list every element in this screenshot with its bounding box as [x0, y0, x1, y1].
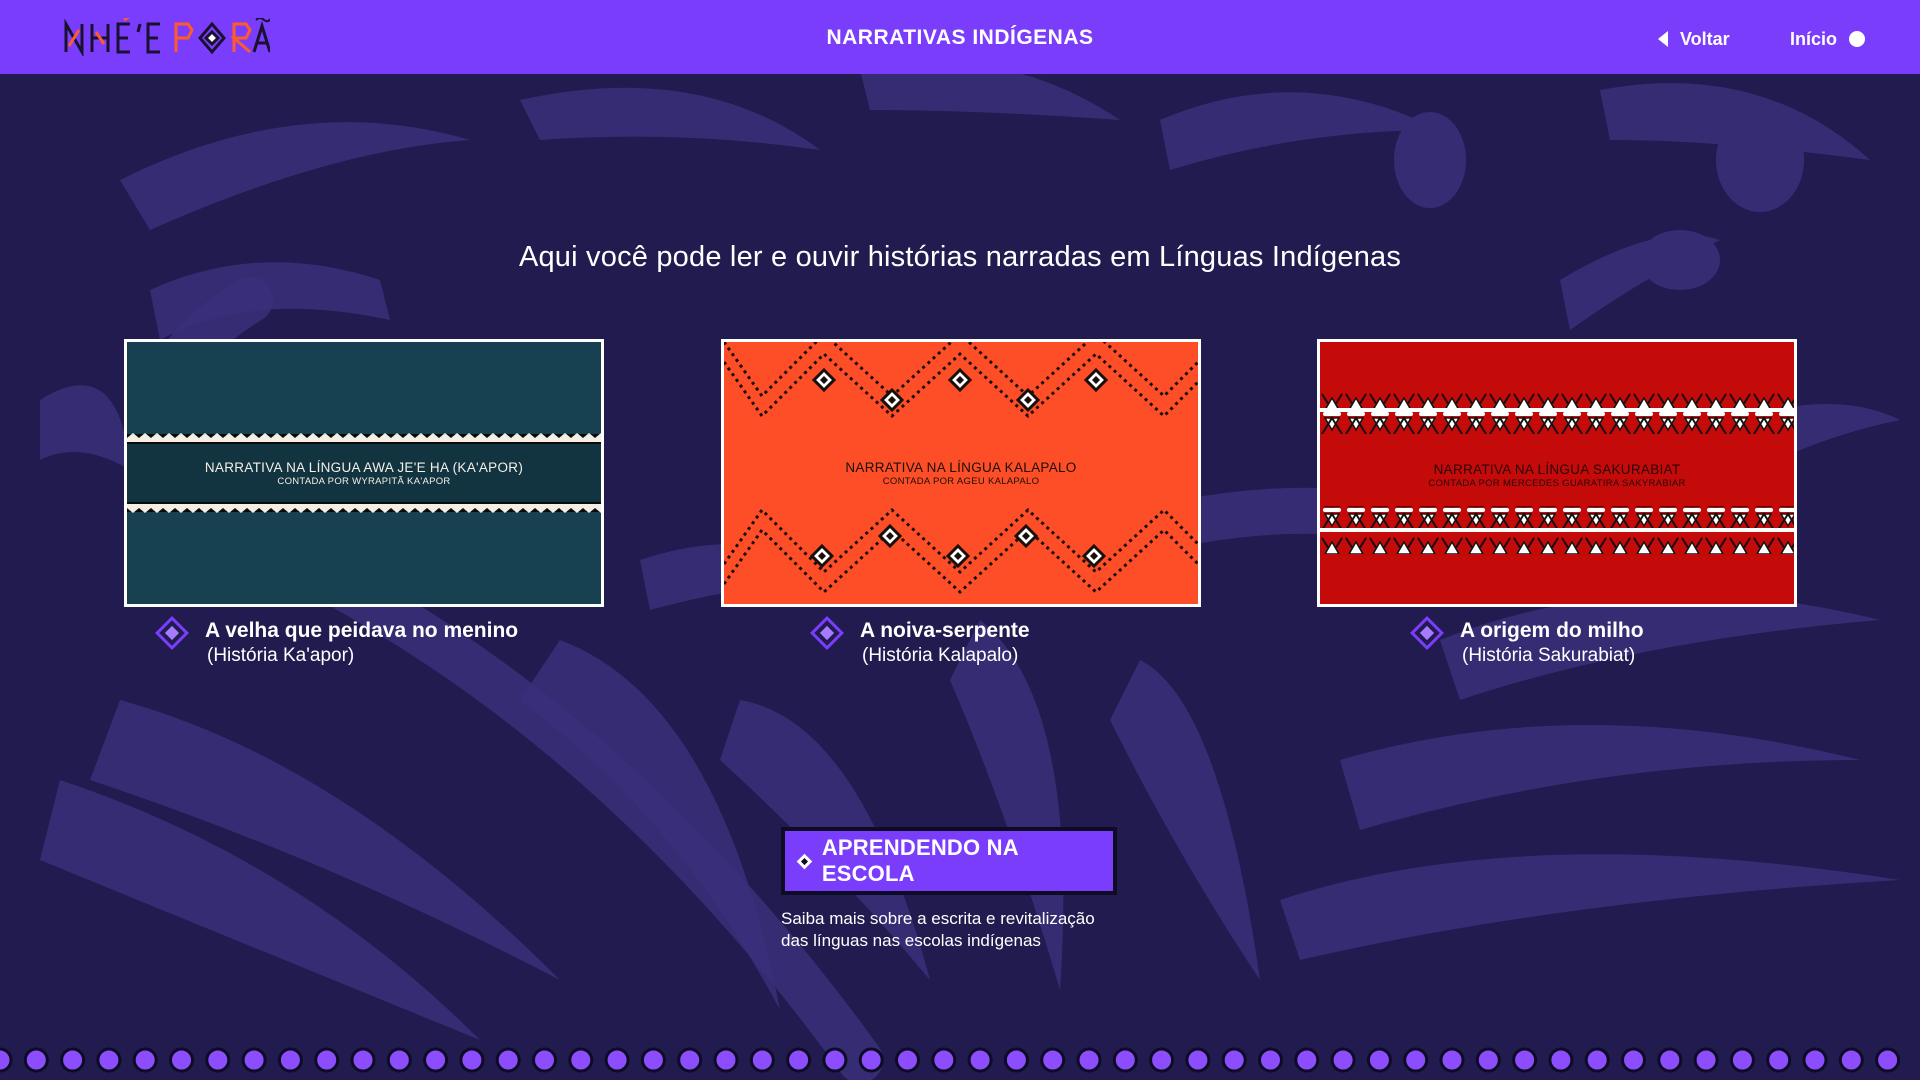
- border-dot: [640, 1047, 666, 1073]
- border-dot: [169, 1047, 194, 1073]
- thumbnail-subtitle: CONTADA POR WYRAPITÃ KA'APOR: [277, 476, 451, 487]
- circle-icon: [1849, 31, 1866, 47]
- border-dot: [1875, 1047, 1901, 1073]
- story-card-sakurabiat[interactable]: NARRATIVA NA LÍNGUA SAKURABIAT CONTADA P…: [1317, 339, 1797, 679]
- page-title: NARRATIVAS INDÍGENAS: [826, 26, 1094, 49]
- diamond-icon: [796, 853, 813, 869]
- home-label: Início: [1790, 28, 1838, 49]
- border-dot: [1621, 1047, 1646, 1073]
- border-dot: [1258, 1047, 1283, 1073]
- border-dot: [1076, 1047, 1102, 1073]
- border-dot: [1802, 1047, 1828, 1073]
- diamond-icon: [810, 616, 844, 650]
- border-dot: [1584, 1047, 1610, 1073]
- story-title[interactable]: A noiva-serpente: [860, 619, 1030, 643]
- thumbnail-title: NARRATIVA NA LÍNGUA SAKURABIAT: [1433, 462, 1681, 477]
- border-dot: [1766, 1047, 1792, 1073]
- story-caption[interactable]: A noiva-serpente (História Kalapalo): [721, 616, 1201, 679]
- story-subtitle: (História Sakurabiat): [1462, 645, 1636, 666]
- border-dot: [1693, 1047, 1719, 1073]
- border-dot: [459, 1047, 485, 1073]
- story-card-kalapalo[interactable]: NARRATIVA NA LÍNGUA KALAPALO CONTADA POR…: [721, 339, 1201, 679]
- border-dot: [1366, 1047, 1392, 1073]
- story-title[interactable]: A velha que peidava no menino: [205, 619, 518, 643]
- border-dot: [786, 1047, 812, 1073]
- dotted-border: [0, 1047, 1901, 1073]
- border-dot: [1548, 1047, 1574, 1073]
- border-dot: [1003, 1047, 1029, 1073]
- border-dot: [749, 1047, 775, 1073]
- border-dot: [1729, 1047, 1755, 1073]
- story-card-kaapor[interactable]: NARRATIVA NA LÍNGUA AWA JE'E HA (KA'APOR…: [124, 339, 604, 679]
- border-dot: [1221, 1047, 1247, 1073]
- aprendendo-na-escola-button[interactable]: APRENDENDO NA ESCOLA: [781, 827, 1117, 895]
- border-dot: [1112, 1047, 1138, 1073]
- story-caption[interactable]: A origem do milho (História Sakurabiat): [1317, 616, 1797, 679]
- thumbnail-title: NARRATIVA NA LÍNGUA KALAPALO: [845, 460, 1077, 475]
- thumbnail-title: NARRATIVA NA LÍNGUA AWA JE'E HA (KA'APOR…: [204, 460, 524, 475]
- story-thumbnail-sakurabiat[interactable]: NARRATIVA NA LÍNGUA SAKURABIAT CONTADA P…: [1317, 339, 1797, 607]
- border-dot: [1475, 1047, 1501, 1073]
- border-dot: [1294, 1047, 1320, 1073]
- border-dot: [0, 1047, 13, 1073]
- story-subtitle: (História Kalapalo): [862, 645, 1019, 666]
- border-dot: [96, 1047, 122, 1073]
- story-subtitle: (História Ka'apor): [207, 645, 355, 666]
- cta-label: APRENDENDO NA ESCOLA: [821, 835, 1018, 886]
- story-title[interactable]: A origem do milho: [1460, 619, 1644, 643]
- diamond-icon: [155, 616, 189, 650]
- border-dot: [1185, 1047, 1211, 1073]
- intro-text: Aqui você pode ler e ouvir histórias nar…: [518, 241, 1402, 273]
- border-dot: [532, 1047, 557, 1073]
- story-caption[interactable]: A velha que peidava no menino (História …: [124, 616, 604, 679]
- border-dot: [495, 1047, 521, 1073]
- border-dot: [822, 1047, 848, 1073]
- story-thumbnail-kaapor[interactable]: NARRATIVA NA LÍNGUA AWA JE'E HA (KA'APOR…: [124, 339, 604, 607]
- border-dot: [1149, 1047, 1175, 1073]
- border-dot: [568, 1047, 594, 1073]
- border-dot: [23, 1047, 49, 1073]
- border-dot: [205, 1047, 231, 1073]
- border-dot: [604, 1047, 630, 1073]
- border-dot: [967, 1047, 993, 1073]
- border-dot: [677, 1047, 703, 1073]
- cta-description-line: das línguas nas escolas indígenas: [781, 931, 1041, 950]
- border-dot: [931, 1047, 957, 1073]
- top-navigation-bar: NARRATIVAS INDÍGENAS Voltar Início: [0, 0, 1920, 74]
- cta-description-line: Saiba mais sobre a escrita e revitalizaç…: [781, 909, 1095, 928]
- caret-left-icon: [1658, 31, 1668, 47]
- border-dot: [1512, 1047, 1538, 1073]
- border-dot: [895, 1047, 920, 1073]
- border-dot: [1439, 1047, 1465, 1073]
- story-thumbnail-kalapalo[interactable]: NARRATIVA NA LÍNGUA KALAPALO CONTADA POR…: [721, 339, 1201, 607]
- border-dot: [314, 1047, 340, 1073]
- thumbnail-subtitle: CONTADA POR AGEU KALAPALO: [882, 476, 1040, 487]
- border-dot: [277, 1047, 303, 1073]
- border-dot: [60, 1047, 86, 1073]
- border-dot: [386, 1047, 412, 1073]
- border-dot: [1838, 1047, 1864, 1073]
- border-dot: [1330, 1047, 1356, 1073]
- border-dot: [423, 1047, 449, 1073]
- border-dot: [1657, 1047, 1683, 1073]
- diamond-icon: [1410, 616, 1444, 650]
- border-dot: [1040, 1047, 1066, 1073]
- border-dot: [713, 1047, 739, 1073]
- border-dot: [858, 1047, 884, 1073]
- thumbnail-subtitle: CONTADA POR MERCEDES GUARATIRA SAKYRABIA…: [1428, 478, 1686, 489]
- back-button[interactable]: Voltar: [1658, 27, 1730, 51]
- border-dot: [1403, 1047, 1429, 1073]
- border-dot: [241, 1047, 267, 1073]
- border-dot: [132, 1047, 158, 1073]
- cta-description: Saiba mais sobre a escrita e revitalizaç…: [781, 908, 1181, 952]
- home-button[interactable]: Início: [1790, 27, 1866, 51]
- border-dot: [350, 1047, 376, 1073]
- back-label: Voltar: [1680, 28, 1730, 49]
